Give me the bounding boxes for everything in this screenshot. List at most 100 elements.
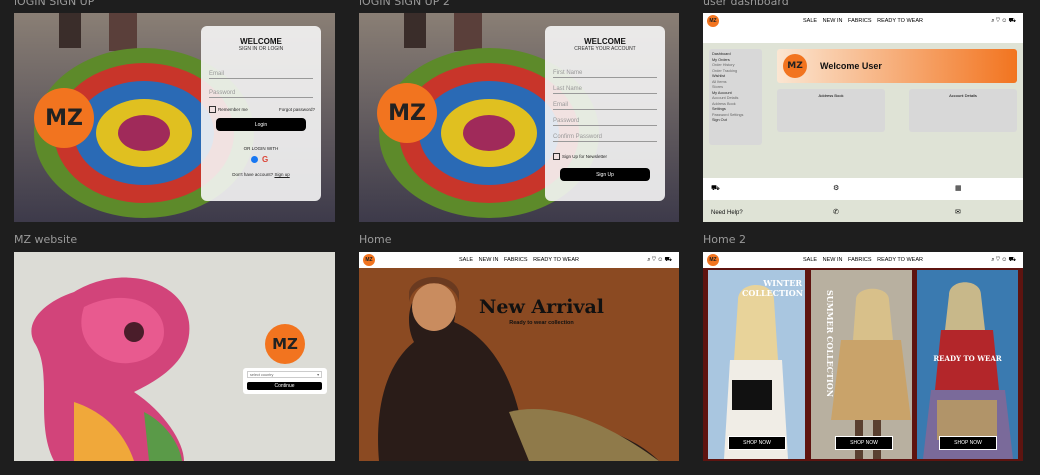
nav-new-in[interactable]: NEW IN xyxy=(823,18,843,24)
ready-shop-button[interactable]: SHOP NOW xyxy=(939,436,997,450)
mz-logo: MZ xyxy=(377,83,437,143)
summer-shop-button[interactable]: SHOP NOW xyxy=(835,436,893,450)
nav-icons: ⌕♡☺⛟ xyxy=(991,17,1017,25)
nav-new-in[interactable]: NEW IN xyxy=(479,257,499,263)
summer-title: SUMMER COLLECTION xyxy=(825,290,835,398)
remember-label: Remember me xyxy=(218,107,248,112)
winter-shop-button[interactable]: SHOP NOW xyxy=(728,436,786,450)
account-details-card[interactable]: Account Details xyxy=(909,89,1017,132)
country-select[interactable]: select country ▾ xyxy=(247,371,322,378)
nav-ready-to-wear[interactable]: READY TO WEAR xyxy=(533,257,579,263)
welcome-text: Welcome User xyxy=(820,61,882,71)
frame-label-dashboard: user dashboard xyxy=(703,0,789,8)
country-picker: select country ▾ Continue xyxy=(243,368,327,394)
nav-ready-to-wear[interactable]: READY TO WEAR xyxy=(877,18,923,24)
newsletter-label: Sign Up for Newsletter xyxy=(562,154,608,159)
home2-frame: MZ SALE NEW IN FABRICS READY TO WEAR ⌕♡☺… xyxy=(703,252,1023,461)
logo-text: MZ xyxy=(365,257,373,263)
nav-fabrics[interactable]: FABRICS xyxy=(848,18,872,24)
calendar-icon: ▦ xyxy=(955,185,962,192)
login-button[interactable]: Login xyxy=(216,118,306,131)
chevron-down-icon: ▾ xyxy=(317,373,319,377)
newsletter-checkbox[interactable] xyxy=(553,153,560,160)
home-frame: MZ SALE NEW IN FABRICS READY TO WEAR ⌕♡☺… xyxy=(359,252,679,461)
remember-me[interactable]: Remember me xyxy=(209,106,248,113)
continue-button[interactable]: Continue xyxy=(247,382,322,390)
forgot-password-link[interactable]: Forgot password? xyxy=(279,107,315,112)
login-frame: MZ WELCOME SIGN IN OR LOGIN Email Passwo… xyxy=(14,13,335,222)
welcome-banner: MZ Welcome User xyxy=(777,49,1017,83)
no-account-text: Don't have account? xyxy=(232,172,274,177)
logo-text: MZ xyxy=(388,100,426,126)
cart-icon[interactable]: ⛟ xyxy=(1008,257,1017,263)
nav-sale[interactable]: SALE xyxy=(803,257,817,263)
email-field[interactable]: Email xyxy=(209,71,313,79)
mz-logo: MZ xyxy=(34,88,94,148)
hero-tagline: Ready to wear collection xyxy=(509,320,574,326)
signup-link[interactable]: Sign up xyxy=(274,172,289,177)
support-icon: ⚙ xyxy=(833,185,840,192)
mz-logo: MZ xyxy=(363,254,375,266)
password-field[interactable]: Password xyxy=(553,118,657,126)
nav-sale[interactable]: SALE xyxy=(803,18,817,24)
hero-headline: New Arrival xyxy=(479,296,604,318)
nav-icons: ⌕♡☺⛟ xyxy=(991,256,1017,264)
social-login: G xyxy=(251,156,268,164)
address-book-title: Address Book xyxy=(818,93,844,98)
winter-panel[interactable]: WINTER COLLECTION SHOP NOW xyxy=(708,270,805,459)
logo-text: MZ xyxy=(787,61,803,71)
top-nav: MZ SALE NEW IN FABRICS READY TO WEAR ⌕♡☺… xyxy=(703,13,1023,29)
sidebar-item-sign-out[interactable]: Sign Out xyxy=(712,118,759,124)
nav-fabrics[interactable]: FABRICS xyxy=(504,257,528,263)
google-icon[interactable]: G xyxy=(262,156,268,164)
password-field[interactable]: Password xyxy=(209,90,313,98)
mz-frame: MZ select country ▾ Continue xyxy=(14,252,335,461)
mz-logo: MZ xyxy=(707,15,719,27)
mail-icon[interactable]: ✉ xyxy=(955,208,961,216)
login-title: WELCOME xyxy=(240,37,282,46)
summer-panel[interactable]: SUMMER COLLECTION SHOP NOW xyxy=(811,270,912,459)
nav-icons: ⌕♡☺⛟ xyxy=(647,256,673,264)
confirm-password-field[interactable]: Confirm Password xyxy=(553,134,657,142)
facebook-icon[interactable] xyxy=(251,156,258,163)
nav-sale[interactable]: SALE xyxy=(459,257,473,263)
cart-icon[interactable]: ⛟ xyxy=(664,257,673,263)
ready-photo xyxy=(917,270,1018,459)
cart-icon[interactable]: ⛟ xyxy=(1008,18,1017,24)
signup-title: WELCOME xyxy=(584,37,626,46)
logo-text: MZ xyxy=(709,257,717,263)
nav-items: SALE NEW IN FABRICS READY TO WEAR xyxy=(801,18,925,24)
signup-frame: MZ WELCOME CREATE YOUR ACCOUNT First Nam… xyxy=(359,13,679,222)
top-nav: MZ SALE NEW IN FABRICS READY TO WEAR ⌕♡☺… xyxy=(703,252,1023,268)
login-card: WELCOME SIGN IN OR LOGIN Email Password … xyxy=(201,26,321,201)
last-name-field[interactable]: Last Name xyxy=(553,86,657,94)
signup-prompt: Don't have account? Sign up xyxy=(201,172,321,177)
need-help: Need Help? xyxy=(711,210,743,216)
frame-label-mz: MZ website xyxy=(14,233,78,246)
frame-label-login: lOGIN SIGN UP xyxy=(14,0,95,8)
dashboard-frame: MZ SALE NEW IN FABRICS READY TO WEAR ⌕♡☺… xyxy=(703,13,1023,222)
first-name-field[interactable]: First Name xyxy=(553,70,657,78)
nav-fabrics[interactable]: FABRICS xyxy=(848,257,872,263)
address-book-card[interactable]: Address Book xyxy=(777,89,885,132)
nav-new-in[interactable]: NEW IN xyxy=(823,257,843,263)
signup-button[interactable]: Sign Up xyxy=(560,168,650,181)
signup-subtitle: CREATE YOUR ACCOUNT xyxy=(574,46,636,52)
frame-label-home: Home xyxy=(359,233,392,246)
account-details-title: Account Details xyxy=(949,93,977,98)
phone-icon[interactable]: ✆ xyxy=(833,208,839,216)
logo-text: MZ xyxy=(272,335,298,353)
dashboard-sidebar: Dashboard My Orders Order History Order … xyxy=(709,49,762,145)
info-strip: ⛟ ⚙ ▦ xyxy=(703,178,1023,200)
email-field[interactable]: Email xyxy=(553,102,657,110)
breadcrumb-bar xyxy=(703,29,1023,43)
ready-panel[interactable]: READY TO WEAR SHOP NOW xyxy=(917,270,1018,459)
mz-logo: MZ xyxy=(265,324,305,364)
nav-items: SALE NEW IN FABRICS READY TO WEAR xyxy=(457,257,581,263)
hero-photo xyxy=(359,252,679,461)
newsletter-option[interactable]: Sign Up for Newsletter xyxy=(553,153,607,160)
remember-checkbox[interactable] xyxy=(209,106,216,113)
login-subtitle: SIGN IN OR LOGIN xyxy=(238,46,284,52)
ready-title: READY TO WEAR xyxy=(933,354,1002,363)
nav-ready-to-wear[interactable]: READY TO WEAR xyxy=(877,257,923,263)
